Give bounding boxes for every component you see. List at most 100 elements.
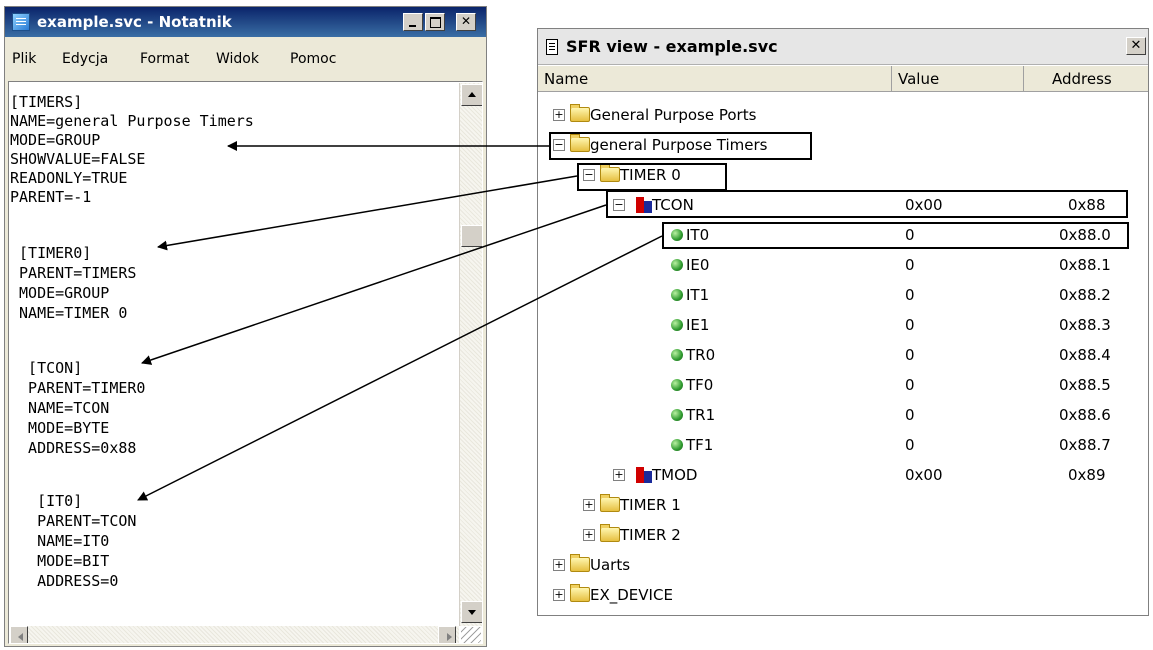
expand-icon[interactable]: +: [583, 499, 595, 511]
sfr-view-window: SFR view - example.svc ✕ Name Value Addr…: [537, 28, 1149, 616]
tree-row[interactable]: TF1 0 0x88.7: [538, 431, 1148, 459]
row-address: 0x88.4: [1059, 346, 1111, 364]
sfr-title-bar[interactable]: SFR view - example.svc ✕: [538, 29, 1148, 65]
tree-row[interactable]: IE1 0 0x88.3: [538, 311, 1148, 339]
row-address: 0x88.1: [1059, 256, 1111, 274]
maximize-button[interactable]: [425, 13, 445, 31]
sfr-close-button[interactable]: ✕: [1126, 37, 1146, 55]
row-address: 0x88.2: [1059, 286, 1111, 304]
expand-icon[interactable]: +: [553, 109, 565, 121]
tree-row[interactable]: IE0 0 0x88.1: [538, 251, 1148, 279]
menu-edycja[interactable]: Edycja: [62, 51, 108, 67]
vertical-scrollbar[interactable]: [459, 83, 482, 626]
row-label: TMOD: [652, 466, 698, 484]
text-line: [TIMER0]: [10, 244, 92, 262]
highlight-tcon: [606, 190, 1128, 218]
bit-icon: [671, 259, 683, 271]
column-name-header[interactable]: Name: [538, 66, 892, 92]
menu-widok[interactable]: Widok: [216, 51, 259, 67]
row-address: 0x88.7: [1059, 436, 1111, 454]
row-label: EX_DEVICE: [590, 586, 673, 604]
tree-row[interactable]: + TMOD 0x00 0x89: [538, 461, 1148, 489]
row-label: TR0: [686, 346, 716, 364]
scroll-down-button[interactable]: [461, 601, 482, 623]
text-line: PARENT=-1: [10, 188, 92, 206]
expand-icon[interactable]: +: [553, 559, 565, 571]
column-address-header[interactable]: Address: [1024, 66, 1150, 92]
close-button[interactable]: ✕: [456, 13, 476, 31]
highlight-it0: [662, 222, 1129, 249]
notepad-title-bar[interactable]: example.svc - Notatnik ✕: [5, 7, 486, 37]
bit-icon: [671, 289, 683, 301]
bit-icon: [671, 439, 683, 451]
row-address: 0x88.5: [1059, 376, 1111, 394]
tree-row[interactable]: + General Purpose Ports: [538, 101, 1148, 129]
tree-row[interactable]: + EX_DEVICE: [538, 581, 1148, 609]
text-line: MODE=GROUP: [10, 284, 110, 302]
text-line: ADDRESS=0x88: [10, 439, 137, 457]
tree-row[interactable]: + TIMER 1: [538, 491, 1148, 519]
row-value: 0: [905, 316, 915, 334]
text-line: NAME=general Purpose Timers: [10, 112, 254, 130]
byte-register-icon: [636, 467, 652, 483]
scroll-thumb[interactable]: [461, 225, 482, 247]
text-line: MODE=BIT: [10, 552, 110, 570]
row-label: TR1: [686, 406, 716, 424]
row-address: 0x89: [1068, 466, 1106, 484]
scroll-right-button[interactable]: [438, 626, 456, 643]
horizontal-scrollbar[interactable]: [10, 626, 459, 643]
row-label: IE0: [686, 256, 710, 274]
column-value-header[interactable]: Value: [892, 66, 1024, 92]
text-line: ADDRESS=0: [10, 572, 119, 590]
row-label: TIMER 2: [620, 526, 681, 544]
bit-icon: [671, 319, 683, 331]
minimize-button[interactable]: [403, 13, 423, 31]
resize-grip[interactable]: [461, 627, 481, 643]
row-value: 0: [905, 436, 915, 454]
menu-pomoc[interactable]: Pomoc: [290, 51, 336, 67]
row-label: TIMER 1: [620, 496, 681, 514]
text-line: [TCON]: [10, 359, 83, 377]
row-value: 0: [905, 256, 915, 274]
column-header: Name Value Address: [538, 66, 1148, 92]
tree-row[interactable]: + Uarts: [538, 551, 1148, 579]
text-line: PARENT=TCON: [10, 512, 137, 530]
row-value: 0: [905, 346, 915, 364]
bit-icon: [671, 379, 683, 391]
text-line: NAME=TIMER 0: [10, 304, 128, 322]
menu-plik[interactable]: Plik: [12, 51, 36, 67]
tree-row[interactable]: TR1 0 0x88.6: [538, 401, 1148, 429]
notepad-text-area[interactable]: [TIMERS] NAME=general Purpose Timers MOD…: [8, 81, 483, 644]
folder-icon: [570, 554, 590, 572]
tree-row[interactable]: TR0 0 0x88.4: [538, 341, 1148, 369]
folder-icon: [600, 494, 620, 512]
folder-icon: [570, 584, 590, 602]
folder-icon: [600, 524, 620, 542]
bit-icon: [671, 409, 683, 421]
row-label: General Purpose Ports: [590, 106, 757, 124]
text-line: NAME=IT0: [10, 532, 110, 550]
document-icon: [546, 39, 558, 55]
expand-icon[interactable]: +: [613, 469, 625, 481]
text-line: [IT0]: [10, 492, 83, 510]
text-line: READONLY=TRUE: [10, 169, 128, 187]
notepad-window: example.svc - Notatnik ✕ Plik Edycja For…: [4, 6, 487, 647]
row-label: IT1: [686, 286, 710, 304]
tree-row[interactable]: IT1 0 0x88.2: [538, 281, 1148, 309]
highlight-timers-group: [549, 132, 812, 160]
bit-icon: [671, 349, 683, 361]
notepad-app-icon[interactable]: [12, 13, 30, 31]
scroll-up-button[interactable]: [461, 84, 482, 106]
scroll-left-button[interactable]: [10, 626, 28, 643]
expand-icon[interactable]: +: [583, 529, 595, 541]
tree-row[interactable]: + TIMER 2: [538, 521, 1148, 549]
row-label: TF0: [686, 376, 714, 394]
text-line: MODE=GROUP: [10, 131, 101, 149]
highlight-timer0: [577, 163, 727, 191]
text-line: SHOWVALUE=FALSE: [10, 150, 146, 168]
tree-row[interactable]: TF0 0 0x88.5: [538, 371, 1148, 399]
row-label: TF1: [686, 436, 714, 454]
menu-format[interactable]: Format: [140, 51, 189, 67]
expand-icon[interactable]: +: [553, 589, 565, 601]
row-label: Uarts: [590, 556, 631, 574]
